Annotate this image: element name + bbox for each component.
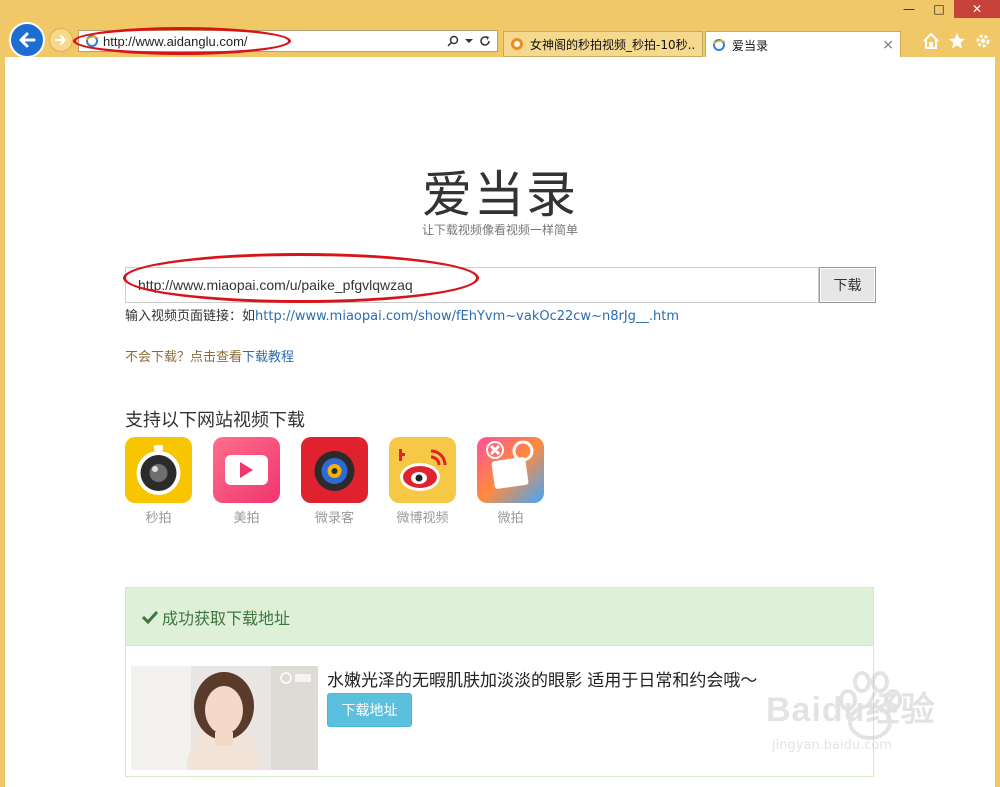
result-heading: 成功获取下载地址: [126, 588, 873, 646]
help-line: 不会下载？点击查看下载教程: [125, 346, 294, 365]
page-title: 爱当录: [422, 166, 578, 224]
ie-page-icon: [712, 39, 726, 51]
gear-icon[interactable]: [974, 32, 992, 50]
weiluke-icon: [301, 437, 368, 503]
chevron-down-icon[interactable]: [465, 37, 473, 45]
refresh-icon[interactable]: [479, 35, 491, 47]
site-name: 微录客: [314, 511, 354, 526]
miaopai-icon: [125, 437, 192, 503]
weibo-icon: [389, 437, 456, 503]
tab-label: 女神阁的秒拍视频_秒拍-10秒...: [530, 37, 696, 52]
star-icon[interactable]: [948, 32, 966, 50]
download-submit-button[interactable]: 下载: [819, 267, 876, 303]
site-weiluke[interactable]: 微录客: [301, 437, 368, 526]
tab-label: 爱当录: [732, 38, 769, 53]
site-miaopai[interactable]: 秒拍: [125, 437, 192, 526]
close-tab-icon[interactable]: ×: [882, 37, 894, 53]
arrow-left-icon: [19, 32, 36, 48]
arrow-right-icon: [55, 35, 67, 45]
close-window-button[interactable]: ✕: [954, 0, 1000, 18]
tab-aidanglu[interactable]: 爱当录 ×: [705, 31, 901, 58]
browser-window: — □ ✕ http://www.aidanglu.com/ 女神阁的秒拍视频_…: [0, 0, 1000, 787]
page-subtitle: 让下载视频像看视频一样简单: [421, 223, 578, 237]
window-controls: — □ ✕: [894, 0, 1000, 18]
video-title: 水嫩光泽的无暇肌肤加淡淡的眼影 适用于日常和约会哦～: [327, 671, 758, 691]
site-weipai[interactable]: 微拍: [477, 437, 544, 526]
watermark: Baidu经验 jingyan.baidu.com: [760, 668, 990, 768]
site-name: 美拍: [233, 511, 260, 526]
hint-text: 输入视频页面链接：如: [125, 309, 256, 324]
tab-miaopai[interactable]: 女神阁的秒拍视频_秒拍-10秒...: [503, 31, 703, 57]
address-annotation-circle: [73, 27, 291, 55]
site-name: 秒拍: [145, 511, 172, 526]
miaopai-favicon-icon: [511, 38, 523, 50]
back-button[interactable]: [9, 22, 45, 58]
input-hint: 输入视频页面链接：如http://www.miaopai.com/show/fE…: [125, 305, 679, 324]
example-link[interactable]: http://www.miaopai.com/show/fEhYvm~vakOc…: [255, 309, 679, 324]
supported-sites-heading: 支持以下网站视频下载: [125, 410, 305, 431]
forward-button[interactable]: [49, 28, 73, 52]
weipai-icon: [477, 437, 544, 503]
tutorial-link[interactable]: 下载教程: [242, 350, 294, 365]
meipai-icon: [213, 437, 280, 503]
site-name: 微博视频: [396, 511, 449, 526]
site-name: 微拍: [497, 511, 524, 526]
video-thumbnail[interactable]: [131, 666, 318, 770]
watermark-url: jingyan.baidu.com: [772, 738, 892, 753]
input-annotation-circle: [123, 253, 479, 303]
minimize-button[interactable]: —: [894, 0, 924, 18]
site-weibo[interactable]: 微博视频: [389, 437, 456, 526]
result-heading-text: 成功获取下载地址: [162, 608, 291, 628]
search-icon[interactable]: [447, 35, 459, 47]
browser-toolbar: [922, 32, 992, 50]
check-icon: [142, 610, 158, 624]
site-meipai[interactable]: 美拍: [213, 437, 280, 526]
supported-sites-list: 秒拍 美拍 微录客 微博视频 微拍: [125, 437, 544, 526]
watermark-brand: Baidu经验: [766, 691, 936, 729]
help-text: 不会下载？点击查看: [125, 350, 243, 365]
home-icon[interactable]: [922, 32, 940, 50]
download-address-button[interactable]: 下载地址: [327, 693, 412, 727]
maximize-button[interactable]: □: [924, 0, 954, 18]
